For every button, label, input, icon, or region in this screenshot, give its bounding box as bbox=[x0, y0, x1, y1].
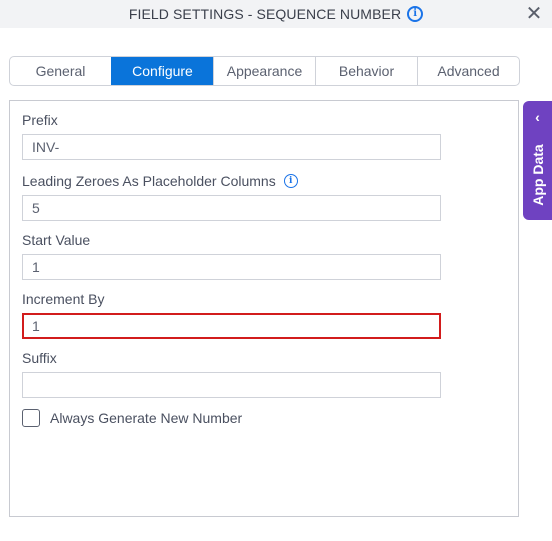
increment-by-label: Increment By bbox=[22, 291, 104, 307]
close-button[interactable]: ✕ bbox=[524, 4, 544, 24]
app-data-label: App Data bbox=[529, 144, 546, 206]
leading-zeroes-label: Leading Zeroes As Placeholder Columns i bbox=[22, 173, 298, 189]
settings-tabs: General Configure Appearance Behavior Ad… bbox=[9, 56, 520, 86]
tab-configure[interactable]: Configure bbox=[111, 57, 213, 85]
info-icon[interactable]: i bbox=[407, 6, 424, 22]
app-data-tab[interactable]: ‹ App Data bbox=[523, 101, 552, 220]
suffix-input[interactable] bbox=[22, 372, 441, 398]
always-generate-option[interactable]: Always Generate New Number bbox=[22, 409, 242, 427]
tab-advanced[interactable]: Advanced bbox=[417, 57, 519, 85]
chevron-left-icon: ‹ bbox=[535, 109, 540, 125]
always-generate-label: Always Generate New Number bbox=[50, 410, 243, 426]
tab-appearance[interactable]: Appearance bbox=[213, 57, 315, 85]
info-icon[interactable]: i bbox=[283, 174, 298, 188]
suffix-label-text: Suffix bbox=[22, 350, 57, 366]
dialog-title: FIELD SETTINGS - SEQUENCE NUMBER bbox=[128, 6, 402, 22]
start-value-label-text: Start Value bbox=[22, 232, 91, 248]
leading-zeroes-input[interactable] bbox=[22, 195, 441, 221]
increment-by-label-text: Increment By bbox=[22, 291, 105, 307]
prefix-input[interactable] bbox=[22, 134, 441, 160]
always-generate-checkbox[interactable] bbox=[22, 409, 40, 427]
tab-behavior[interactable]: Behavior bbox=[315, 57, 417, 85]
start-value-input[interactable] bbox=[22, 254, 441, 280]
prefix-label: Prefix bbox=[22, 112, 58, 128]
start-value-label: Start Value bbox=[22, 232, 90, 248]
leading-zeroes-label-text: Leading Zeroes As Placeholder Columns bbox=[22, 173, 276, 189]
prefix-label-text: Prefix bbox=[22, 112, 58, 128]
configure-panel bbox=[9, 100, 519, 517]
dialog-titlebar: FIELD SETTINGS - SEQUENCE NUMBER i ✕ bbox=[0, 0, 552, 28]
increment-by-input[interactable] bbox=[22, 313, 441, 339]
suffix-label: Suffix bbox=[22, 350, 57, 366]
tab-general[interactable]: General bbox=[10, 57, 111, 85]
